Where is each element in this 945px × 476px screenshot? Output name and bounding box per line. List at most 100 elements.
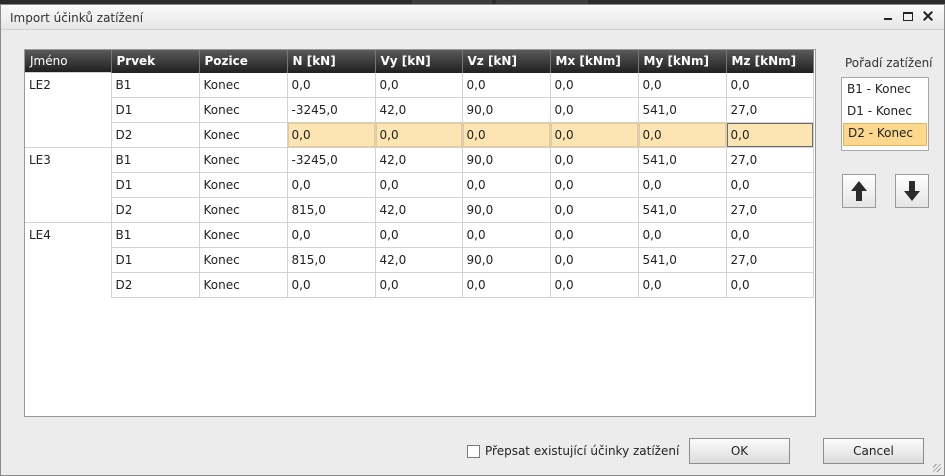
cell-value[interactable]: 0,0 [462,122,551,148]
cell-value[interactable]: 0,0 [462,272,551,298]
cell-name[interactable] [25,97,112,122]
cell-value[interactable]: 27,0 [726,147,814,173]
cell-value[interactable]: 0,0 [550,147,639,173]
cell-value[interactable]: -3245,0 [287,147,376,173]
minimize-icon[interactable] [882,10,894,22]
cell-value[interactable]: 0,0 [726,272,814,298]
cell-value[interactable]: 0,0 [550,72,639,98]
column-header[interactable]: Vz [kN] [462,50,551,73]
cell-pozice[interactable]: Konec [199,147,288,173]
resize-grip[interactable] [933,464,941,472]
close-icon[interactable] [922,10,934,22]
table-row[interactable]: LE4 B1 Konec 0,0 0,0 0,0 0,0 0,0 0,0 [25,221,814,248]
cell-prvek[interactable]: D2 [111,122,200,148]
cell-value[interactable]: 42,0 [375,197,463,223]
table-row[interactable]: D2 Konec 0,0 0,0 0,0 0,0 0,0 0,0 [25,122,814,148]
table-row[interactable]: D1 Konec 0,0 0,0 0,0 0,0 0,0 0,0 [25,172,814,198]
cell-prvek[interactable]: D1 [111,97,200,123]
cell-value[interactable]: 90,0 [462,247,551,273]
cell-value[interactable]: 0,0 [550,97,639,123]
column-header[interactable]: Jméno [25,50,112,73]
cell-value[interactable]: 27,0 [726,97,814,123]
cell-value[interactable]: 0,0 [287,72,376,98]
cell-pozice[interactable]: Konec [199,197,288,223]
cell-value[interactable]: 42,0 [375,247,463,273]
cell-value[interactable]: 0,0 [550,172,639,198]
column-header[interactable]: My [kNm] [638,50,727,73]
cell-prvek[interactable]: D1 [111,247,200,273]
cell-value[interactable]: 0,0 [638,122,727,148]
cell-pozice[interactable]: Konec [199,122,288,148]
column-header[interactable]: N [kN] [287,50,376,73]
cell-value[interactable]: 0,0 [462,172,551,198]
order-list-item[interactable]: B1 - Konec [843,79,927,100]
cell-value[interactable]: 0,0 [375,222,463,248]
cell-pozice[interactable]: Konec [199,72,288,98]
cell-pozice[interactable]: Konec [199,247,288,273]
cell-pozice[interactable]: Konec [199,272,288,298]
cell-value[interactable]: 541,0 [638,97,727,123]
maximize-icon[interactable] [902,10,914,22]
cell-value[interactable]: 0,0 [375,72,463,98]
load-effects-grid[interactable]: Jméno Prvek Pozice N [kN] Vy [kN] Vz [kN… [24,49,816,417]
overwrite-checkbox[interactable] [467,445,480,458]
cell-prvek[interactable]: B1 [111,72,200,98]
table-row[interactable]: D2 Konec 815,0 42,0 90,0 0,0 541,0 27,0 [25,197,814,223]
cell-value[interactable]: 0,0 [462,72,551,98]
cell-prvek[interactable]: D1 [111,172,200,198]
cell-value[interactable]: 541,0 [638,247,727,273]
cell-value[interactable]: 27,0 [726,197,814,223]
order-list-item[interactable]: D1 - Konec [843,101,927,122]
cell-pozice[interactable]: Konec [199,172,288,198]
cell-pozice[interactable]: Konec [199,222,288,248]
cell-value[interactable]: 0,0 [638,272,727,298]
move-down-button[interactable] [895,174,929,208]
cell-name[interactable]: LE2 [25,72,112,97]
cell-name[interactable]: LE4 [25,221,112,247]
title-bar[interactable]: Import účinků zatížení [1,5,944,30]
cell-value[interactable]: 90,0 [462,197,551,223]
cell-value[interactable]: 0,0 [375,122,463,148]
cancel-button[interactable]: Cancel [823,438,924,464]
table-row[interactable]: LE2 B1 Konec 0,0 0,0 0,0 0,0 0,0 0,0 [25,72,814,98]
cell-name[interactable]: LE3 [25,146,112,172]
cell-value[interactable]: 0,0 [375,172,463,198]
table-row[interactable]: D1 Konec 815,0 42,0 90,0 0,0 541,0 27,0 [25,247,814,273]
cell-prvek[interactable]: B1 [111,222,200,248]
cell-prvek[interactable]: D2 [111,272,200,298]
move-up-button[interactable] [842,174,876,208]
cell-value[interactable]: 0,0 [287,122,376,148]
ok-button[interactable]: OK [689,438,790,464]
cell-value[interactable]: 0,0 [638,222,727,248]
cell-name[interactable] [25,272,112,297]
cell-value[interactable]: 42,0 [375,97,463,123]
column-header[interactable]: Mz [kNm] [726,50,814,73]
column-header[interactable]: Pozice [199,50,288,73]
cell-prvek[interactable]: D2 [111,197,200,223]
column-header[interactable]: Prvek [111,50,200,73]
cell-prvek[interactable]: B1 [111,147,200,173]
cell-value[interactable]: 0,0 [550,197,639,223]
cell-value[interactable]: 0,0 [550,272,639,298]
cell-name[interactable] [25,172,112,197]
cell-value[interactable]: 0,0 [287,222,376,248]
table-row[interactable]: D1 Konec -3245,0 42,0 90,0 0,0 541,0 27,0 [25,97,814,123]
cell-value[interactable]: 0,0 [638,72,727,98]
cell-name[interactable] [25,122,112,147]
column-header[interactable]: Mx [kNm] [550,50,639,73]
order-list-item[interactable]: D2 - Konec [843,123,927,146]
cell-value[interactable]: 0,0 [638,172,727,198]
cell-value[interactable]: 0,0 [726,172,814,198]
cell-value[interactable]: 0,0 [550,122,639,148]
cell-value[interactable]: 90,0 [462,97,551,123]
cell-value[interactable]: 0,0 [726,122,814,148]
cell-value[interactable]: 0,0 [287,272,376,298]
cell-value[interactable]: -3245,0 [287,97,376,123]
cell-value[interactable]: 0,0 [462,222,551,248]
cell-value[interactable]: 0,0 [287,172,376,198]
cell-value[interactable]: 541,0 [638,147,727,173]
cell-value[interactable]: 0,0 [550,222,639,248]
cell-value[interactable]: 42,0 [375,147,463,173]
cell-value[interactable]: 541,0 [638,197,727,223]
cell-value[interactable]: 0,0 [550,247,639,273]
